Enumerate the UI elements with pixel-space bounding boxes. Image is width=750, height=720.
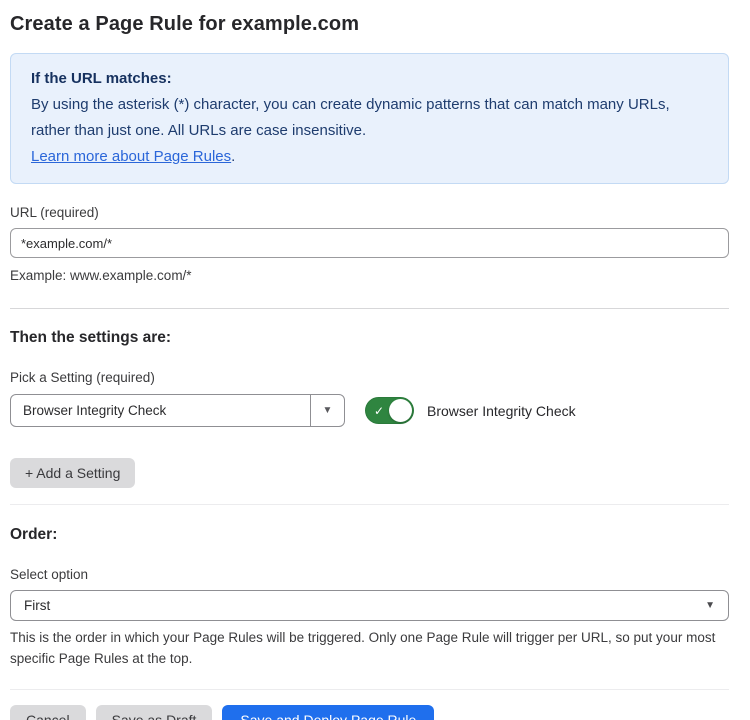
cancel-button[interactable]: Cancel: [10, 705, 86, 720]
chevron-down-icon: ▼: [705, 600, 715, 611]
toggle-knob: [389, 399, 412, 422]
divider-settings-order: [10, 504, 729, 505]
info-box-body: By using the asterisk (*) character, you…: [31, 92, 708, 144]
order-select-value: First: [24, 598, 50, 613]
chevron-down-icon: ▼: [323, 405, 333, 416]
url-field-label: URL (required): [10, 205, 729, 220]
order-section-heading: Order:: [10, 526, 729, 544]
save-deploy-button[interactable]: Save and Deploy Page Rule: [222, 705, 434, 720]
url-example-helper: Example: www.example.com/*: [10, 265, 729, 286]
pick-setting-label: Pick a Setting (required): [10, 370, 729, 385]
setting-select-arrow-cell[interactable]: ▼: [310, 395, 344, 426]
order-select[interactable]: First ▼: [10, 590, 729, 621]
order-select-label: Select option: [10, 567, 729, 582]
add-setting-button[interactable]: + Add a Setting: [10, 458, 135, 488]
setting-select[interactable]: Browser Integrity Check ▼: [10, 394, 345, 427]
divider-footer: [10, 689, 729, 690]
info-box-heading: If the URL matches:: [31, 66, 708, 92]
setting-select-value: Browser Integrity Check: [11, 395, 310, 426]
setting-row: Browser Integrity Check ▼ ✓ Browser Inte…: [10, 394, 729, 427]
info-box-link-line: Learn more about Page Rules.: [31, 144, 708, 170]
order-helper-text: This is the order in which your Page Rul…: [10, 627, 726, 669]
check-icon: ✓: [374, 404, 384, 416]
settings-section-heading: Then the settings are:: [10, 329, 729, 347]
save-draft-button[interactable]: Save as Draft: [96, 705, 213, 720]
toggle-label: Browser Integrity Check: [427, 403, 576, 419]
browser-integrity-toggle[interactable]: ✓: [365, 397, 414, 424]
link-suffix: .: [231, 148, 235, 165]
footer-actions: Cancel Save as Draft Save and Deploy Pag…: [10, 705, 729, 720]
page-rule-form: Create a Page Rule for example.com If th…: [0, 0, 750, 720]
url-match-info-box: If the URL matches: By using the asteris…: [10, 53, 729, 184]
divider-url-settings: [10, 308, 729, 309]
learn-more-link[interactable]: Learn more about Page Rules: [31, 148, 231, 165]
page-title: Create a Page Rule for example.com: [10, 13, 729, 36]
url-input[interactable]: [10, 228, 729, 258]
